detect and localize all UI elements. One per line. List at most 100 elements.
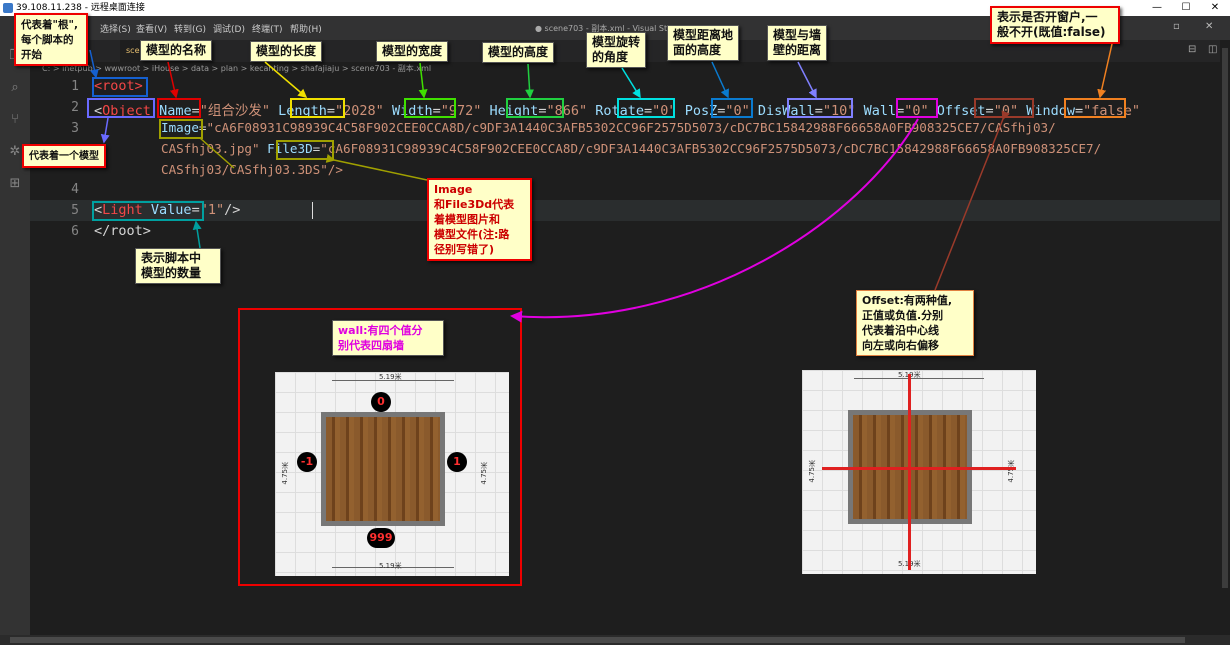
center-line-horizontal bbox=[822, 467, 1016, 470]
value-length: "2028" bbox=[335, 103, 384, 119]
code-line-3-wrap-1[interactable]: CASfhj03.jpg" File3D="cA6F08931C98939C4C… bbox=[161, 141, 1101, 156]
attr-width: Width bbox=[391, 103, 433, 119]
value-diswall: "10" bbox=[822, 103, 856, 119]
line-number: 3 bbox=[71, 121, 79, 136]
source-control-icon[interactable]: ⑂ bbox=[7, 112, 23, 128]
note-diswall: 模型与墙 壁的距离 bbox=[767, 25, 828, 61]
vertical-scrollbar[interactable] bbox=[1220, 40, 1230, 635]
note-object-text: 代表着一个模型 bbox=[29, 151, 99, 162]
close-button[interactable]: ✕ bbox=[1201, 0, 1229, 16]
value-image-1: "cA6F08931C98939C4C58F902CEE0CCA8D/c9DF3… bbox=[206, 120, 1056, 135]
note-model-width-text: 模型的宽度 bbox=[382, 44, 443, 58]
note-light: 表示脚本中 模型的数量 bbox=[135, 248, 221, 284]
vertical-scroll-thumb[interactable] bbox=[1222, 48, 1228, 588]
note-offset: Offset:有两种值, 正值或负值.分别 代表着沿中心线 向左或向右偏移 bbox=[856, 290, 974, 356]
floor-plan-offset: 5.19米 5.19米 4.75米 4.75米 bbox=[802, 370, 1036, 574]
root-tag: <root> bbox=[94, 78, 143, 94]
code-line-2[interactable]: <Object Name="组合沙发" Length="2028" Width=… bbox=[94, 99, 1140, 119]
value-rotate: "0" bbox=[652, 103, 677, 119]
room-floor bbox=[321, 412, 445, 526]
code-line-5[interactable]: <Light Value="1"/> bbox=[94, 202, 240, 218]
note-model-name-text: 模型的名称 bbox=[146, 43, 207, 57]
remote-desktop-icon bbox=[3, 3, 13, 13]
note-wall-text: wall:有四个值分 别代表四扇墙 bbox=[338, 324, 423, 352]
value-window: "false" bbox=[1083, 103, 1141, 119]
note-model-name: 模型的名称 bbox=[140, 40, 213, 61]
note-model-width: 模型的宽度 bbox=[376, 41, 449, 62]
attr-file3d: File3D bbox=[267, 141, 313, 156]
horizontal-scrollbar[interactable] bbox=[0, 635, 1230, 645]
search-icon[interactable]: ⌕ bbox=[7, 80, 23, 96]
note-model-height-text: 模型的高度 bbox=[488, 45, 549, 59]
attr-posz: PosZ bbox=[684, 103, 718, 119]
line-number: 2 bbox=[71, 100, 79, 115]
value-name: "组合沙发" bbox=[199, 103, 270, 119]
attr-name: Name bbox=[159, 103, 192, 119]
minimize-button[interactable]: — bbox=[1143, 0, 1171, 16]
value-light: "1" bbox=[199, 202, 225, 218]
note-model-height: 模型的高度 bbox=[482, 42, 555, 63]
menu-selection[interactable]: 选择(S) bbox=[100, 22, 131, 35]
debug-icon[interactable]: ✲ bbox=[7, 144, 23, 160]
dimension-left: 4.75米 bbox=[281, 462, 289, 485]
value-offset: "0" bbox=[993, 103, 1019, 119]
menu-terminal[interactable]: 终端(T) bbox=[252, 22, 283, 35]
value-file3d-2: CASfhj03/CASfhj03.3DS"/> bbox=[161, 162, 343, 177]
root-close-tag: </root> bbox=[94, 223, 151, 239]
wall-badge-bottom: 999 bbox=[367, 528, 395, 548]
value-file3d-1: "cA6F08931C98939C4C58F902CEE0CCA8D/c9DF3… bbox=[320, 141, 1102, 156]
value-posz: "0" bbox=[725, 103, 750, 119]
note-window: 表示是否开窗户,一 般不开(既值:false) bbox=[990, 6, 1120, 44]
menu-debug[interactable]: 调试(D) bbox=[213, 22, 245, 35]
restore-icon[interactable]: ▫ bbox=[1173, 21, 1180, 32]
attr-wall: Wall bbox=[863, 103, 897, 119]
floor-plan-wall: 5.19米 5.19米 4.75米 4.75米 0 -1 1 999 bbox=[275, 372, 509, 576]
code-line-1[interactable]: <root> bbox=[94, 78, 143, 94]
attr-window: Window bbox=[1026, 103, 1075, 119]
code-line-6[interactable]: </root> bbox=[94, 223, 151, 239]
more-actions-icon[interactable]: ◫ bbox=[1208, 44, 1217, 55]
annotation-arrows bbox=[89, 43, 1113, 323]
activity-bar: ❐ ⌕ ⑂ ✲ ⊞ bbox=[0, 40, 30, 635]
extensions-icon[interactable]: ⊞ bbox=[7, 176, 23, 192]
dimension-right: 4.75米 bbox=[1007, 460, 1015, 483]
text-cursor bbox=[312, 202, 313, 219]
wall-badge-left: -1 bbox=[297, 452, 317, 472]
menu-go[interactable]: 转到(G) bbox=[174, 22, 206, 35]
note-image: Image 和File3Dd代表 着模型图片和 模型文件(注:路 径别写错了) bbox=[427, 178, 532, 261]
note-posz: 模型距离地 面的高度 bbox=[667, 25, 740, 61]
note-root-text: 代表着"根", 每个脚本的 开始 bbox=[21, 19, 78, 61]
horizontal-scroll-thumb[interactable] bbox=[10, 637, 1185, 643]
menu-help[interactable]: 帮助(H) bbox=[290, 22, 322, 35]
note-offset-text: Offset:有两种值, 正值或负值.分别 代表着沿中心线 向左或向右偏移 bbox=[862, 294, 953, 352]
split-editor-icon[interactable]: ⊟ bbox=[1188, 44, 1196, 55]
close-bracket: /> bbox=[224, 202, 241, 218]
value-height: "866" bbox=[546, 103, 588, 119]
light-tag: Light bbox=[102, 202, 143, 218]
note-window-text: 表示是否开窗户,一 般不开(既值:false) bbox=[997, 10, 1106, 39]
maximize-button[interactable]: ☐ bbox=[1172, 0, 1200, 16]
note-wall: wall:有四个值分 别代表四扇墙 bbox=[332, 320, 444, 356]
note-model-length: 模型的长度 bbox=[250, 41, 323, 62]
center-line-vertical bbox=[908, 374, 911, 570]
attr-height: Height bbox=[489, 103, 539, 119]
menu-view[interactable]: 查看(V) bbox=[136, 22, 167, 35]
dimension-right: 4.75米 bbox=[480, 462, 488, 485]
note-model-length-text: 模型的长度 bbox=[256, 44, 317, 58]
note-posz-text: 模型距离地 面的高度 bbox=[673, 28, 734, 57]
attr-diswall: DisWall bbox=[757, 103, 815, 119]
attr-rotate: Rotate bbox=[595, 103, 645, 119]
value-image-2: CASfhj03.jpg" bbox=[161, 141, 260, 156]
attr-offset: Offset bbox=[936, 103, 986, 119]
open-bracket: < bbox=[94, 103, 103, 119]
wall-badge-top: 0 bbox=[371, 392, 391, 412]
note-root: 代表着"根", 每个脚本的 开始 bbox=[14, 13, 88, 66]
code-line-3-wrap-2[interactable]: CASfhj03/CASfhj03.3DS"/> bbox=[161, 162, 343, 177]
dimension-top: 5.19米 bbox=[379, 373, 402, 381]
note-rotate: 模型旋转 的角度 bbox=[586, 32, 647, 68]
close-icon[interactable]: ✕ bbox=[1205, 21, 1213, 32]
note-rotate-text: 模型旋转 的角度 bbox=[592, 35, 641, 64]
note-light-text: 表示脚本中 模型的数量 bbox=[141, 251, 202, 280]
code-line-3[interactable]: Image="cA6F08931C98939C4C58F902CEE0CCA8D… bbox=[161, 120, 1056, 135]
note-diswall-text: 模型与墙 壁的距离 bbox=[773, 28, 822, 57]
